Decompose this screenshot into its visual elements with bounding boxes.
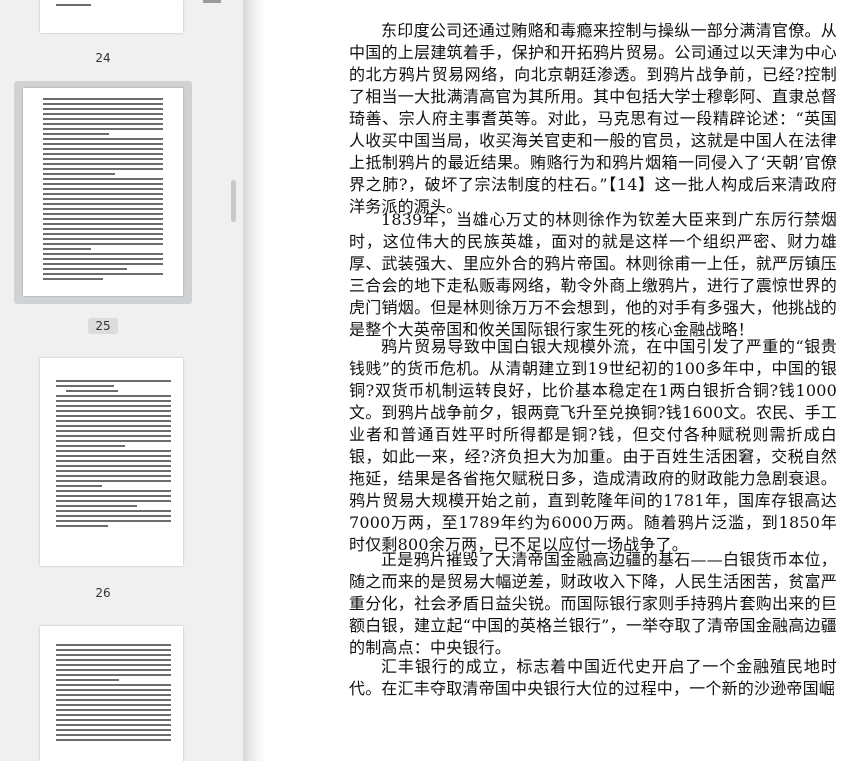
sidebar-divider[interactable] bbox=[243, 0, 265, 761]
page-thumbnail-26[interactable] bbox=[40, 358, 183, 566]
sidebar-top-marker bbox=[203, 0, 221, 3]
page-label-26: 26 bbox=[95, 586, 111, 600]
sidebar-scrollbar[interactable] bbox=[231, 180, 236, 222]
paragraph-2: 1839年，当雄心万丈的林则徐作为钦差大臣来到广东厉行禁烟时，这位伟大的民族英雄… bbox=[349, 210, 837, 339]
page-thumbnail-24[interactable] bbox=[40, 0, 183, 33]
page-label-24: 24 bbox=[95, 51, 111, 65]
page-thumbnail-27[interactable] bbox=[40, 626, 183, 761]
thumbnail-sidebar: 24 25 26 bbox=[0, 0, 243, 761]
paragraph-3: 鸦片贸易导致中国白银大规模外流，在中国引发了严重的“银贵钱贱”的货币危机。从清朝… bbox=[349, 337, 837, 554]
paragraph-1: 东印度公司还通过贿赂和毒瘾来控制与操纵一部分满清官僚。从中国的上层建筑着手，保护… bbox=[349, 21, 837, 216]
paragraph-4: 正是鸦片摧毁了大清帝国金融高边疆的基石——白银货币本位，随之而来的是贸易大幅逆差… bbox=[349, 550, 837, 657]
document-page: 东印度公司还通过贿赂和毒瘾来控制与操纵一部分满清官僚。从中国的上层建筑着手，保护… bbox=[265, 0, 853, 761]
paragraph-5: 汇丰银行的成立，标志着中国近代史开启了一个金融殖民地时代。在汇丰夺取清帝国中央银… bbox=[349, 657, 837, 698]
page-label-25: 25 bbox=[88, 318, 118, 334]
page-thumbnail-25[interactable] bbox=[23, 88, 183, 296]
